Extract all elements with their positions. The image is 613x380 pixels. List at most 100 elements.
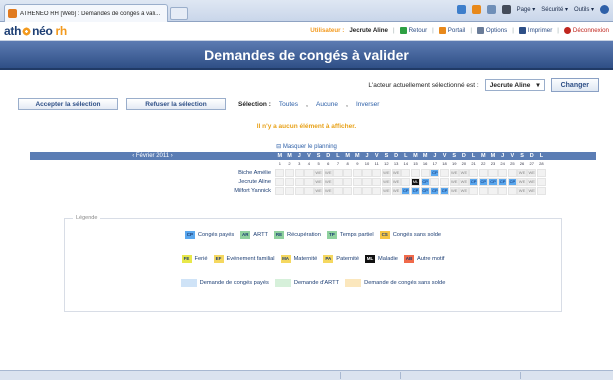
print-icon[interactable]: [501, 5, 511, 14]
help-icon[interactable]: [600, 5, 609, 14]
planning-cell[interactable]: CP: [410, 186, 421, 195]
employee-name[interactable]: Jecrute Aline: [30, 179, 275, 185]
legend-swatch: [180, 279, 197, 287]
planning-cell[interactable]: WE: [459, 177, 469, 186]
planning-cell[interactable]: WE: [381, 168, 391, 177]
select-all-link[interactable]: Toutes: [279, 101, 298, 108]
day-number: 13: [393, 161, 399, 166]
planning-cell: [439, 168, 450, 177]
planning-cell[interactable]: WE: [517, 168, 527, 177]
planning-cell[interactable]: WE: [449, 186, 459, 195]
page-menu[interactable]: Page ▾: [517, 6, 536, 13]
nav-portal-link[interactable]: Portail: [438, 27, 465, 34]
planning-cell: [343, 177, 353, 186]
planning-cell[interactable]: ML: [410, 177, 421, 186]
planning-cell[interactable]: WE: [314, 186, 324, 195]
feeds-icon[interactable]: [471, 5, 481, 14]
legend-item: FE Ferié: [181, 255, 208, 263]
planning-cell: [498, 168, 508, 177]
planning-cell[interactable]: WE: [527, 168, 537, 177]
planning-cell[interactable]: WE: [381, 186, 391, 195]
planning-cell[interactable]: WE: [323, 168, 333, 177]
select-invert-link[interactable]: Inverser: [356, 101, 379, 108]
planning-cell[interactable]: WE: [391, 177, 401, 186]
planning-cell: [343, 168, 353, 177]
day-letter: M: [480, 153, 486, 159]
planning-cell: [362, 186, 372, 195]
planning-grid: ‹ Février 2011 › MMJVSDLMMJVSDLMMJVSDLMM…: [30, 152, 596, 196]
planning-cell[interactable]: WE: [391, 168, 401, 177]
logout-link[interactable]: Déconnexion: [563, 27, 609, 34]
selection-label: Sélection :: [238, 100, 271, 108]
planning-cell[interactable]: CP: [488, 177, 498, 186]
planning-cell[interactable]: WE: [381, 177, 391, 186]
status-segment: [400, 372, 401, 379]
day-number: 16: [422, 161, 428, 166]
planning-cell[interactable]: WE: [459, 168, 469, 177]
security-menu[interactable]: Sécurité ▾: [541, 6, 568, 13]
home-icon[interactable]: [456, 5, 466, 14]
legend-label: Ferié: [194, 256, 208, 262]
planning-cell[interactable]: WE: [323, 186, 333, 195]
day-number: 6: [327, 161, 330, 166]
atheneo-logo[interactable]: ath néo rh: [0, 24, 67, 38]
planning-cell[interactable]: WE: [314, 168, 324, 177]
planning-cell[interactable]: WE: [314, 177, 324, 186]
select-none-link[interactable]: Aucune: [316, 101, 338, 108]
legend-row-requests: Demande de congés payés Demande d'ARTT Dem…: [65, 279, 561, 287]
tools-menu[interactable]: Outils ▾: [574, 6, 594, 13]
planning-cell: [401, 177, 411, 186]
mail-icon[interactable]: [486, 5, 496, 14]
planning-cell: [343, 186, 353, 195]
browser-tab[interactable]: ATHÉNÉO RH [Web] : Demandes de congés à …: [4, 4, 168, 22]
page-title: Demandes de congés à valider: [204, 46, 409, 63]
status-segment: [520, 372, 521, 379]
planning-cell[interactable]: WE: [459, 186, 469, 195]
employee-row: Biche Amélie WE WE WE WE CP WE WE WE WE: [30, 168, 596, 177]
employee-name[interactable]: Biche Amélie: [30, 170, 275, 176]
planning-cell: [401, 168, 411, 177]
day-letter: J: [365, 153, 369, 159]
actor-select[interactable]: Jecrute Aline ▾: [484, 79, 545, 91]
day-letter: M: [345, 153, 350, 159]
nav-options-link[interactable]: Options: [476, 27, 507, 34]
planning-cell[interactable]: WE: [323, 177, 333, 186]
employee-rows: Biche Amélie WE WE WE WE CP WE WE WE WE Jecrute Al…: [30, 168, 596, 196]
new-tab-button[interactable]: [170, 7, 188, 20]
planning-cell[interactable]: WE: [527, 186, 537, 195]
planning-cell: [507, 186, 517, 195]
planning-cell[interactable]: WE: [517, 186, 527, 195]
nav-print-link[interactable]: Imprimer: [518, 27, 552, 34]
month-navigator[interactable]: ‹ Février 2011 ›: [30, 152, 275, 160]
planning-cell[interactable]: CP: [420, 177, 430, 186]
planning-cell[interactable]: CP: [507, 177, 517, 186]
day-letter: M: [422, 153, 428, 159]
planning-cell[interactable]: CP: [498, 177, 508, 186]
legend-item: Demande de congés payés: [180, 279, 269, 287]
planning-cell: [372, 177, 382, 186]
employee-name[interactable]: Milfort Yannick: [30, 188, 275, 194]
planning-cell[interactable]: WE: [517, 177, 527, 186]
planning-cell: [430, 177, 440, 186]
actor-selected-value: Jecrute Aline: [489, 81, 531, 89]
planning-cell[interactable]: WE: [449, 168, 459, 177]
planning-cell[interactable]: CP: [469, 177, 479, 186]
day-number: 8: [346, 161, 349, 166]
accept-selection-button[interactable]: Accepter la sélection: [18, 98, 118, 110]
power-icon: [563, 27, 571, 34]
refuse-selection-button[interactable]: Refuser la sélection: [126, 98, 226, 110]
planning-cell[interactable]: CP: [430, 186, 440, 195]
planning-cell[interactable]: WE: [527, 177, 537, 186]
hide-planning-toggle[interactable]: ⊟ Masquer le planning: [0, 143, 613, 150]
change-actor-button[interactable]: Changer: [550, 78, 599, 92]
planning-cell[interactable]: CP: [401, 186, 411, 195]
planning-cell[interactable]: CP: [478, 177, 488, 186]
planning-cell[interactable]: CP: [439, 186, 450, 195]
nav-back-link[interactable]: Retour: [399, 27, 427, 34]
day-number: 22: [481, 161, 486, 166]
planning-cell[interactable]: WE: [391, 186, 401, 195]
planning-cell[interactable]: CP: [420, 186, 430, 195]
planning-cell[interactable]: CP: [430, 168, 440, 177]
planning-cell[interactable]: WE: [449, 177, 459, 186]
